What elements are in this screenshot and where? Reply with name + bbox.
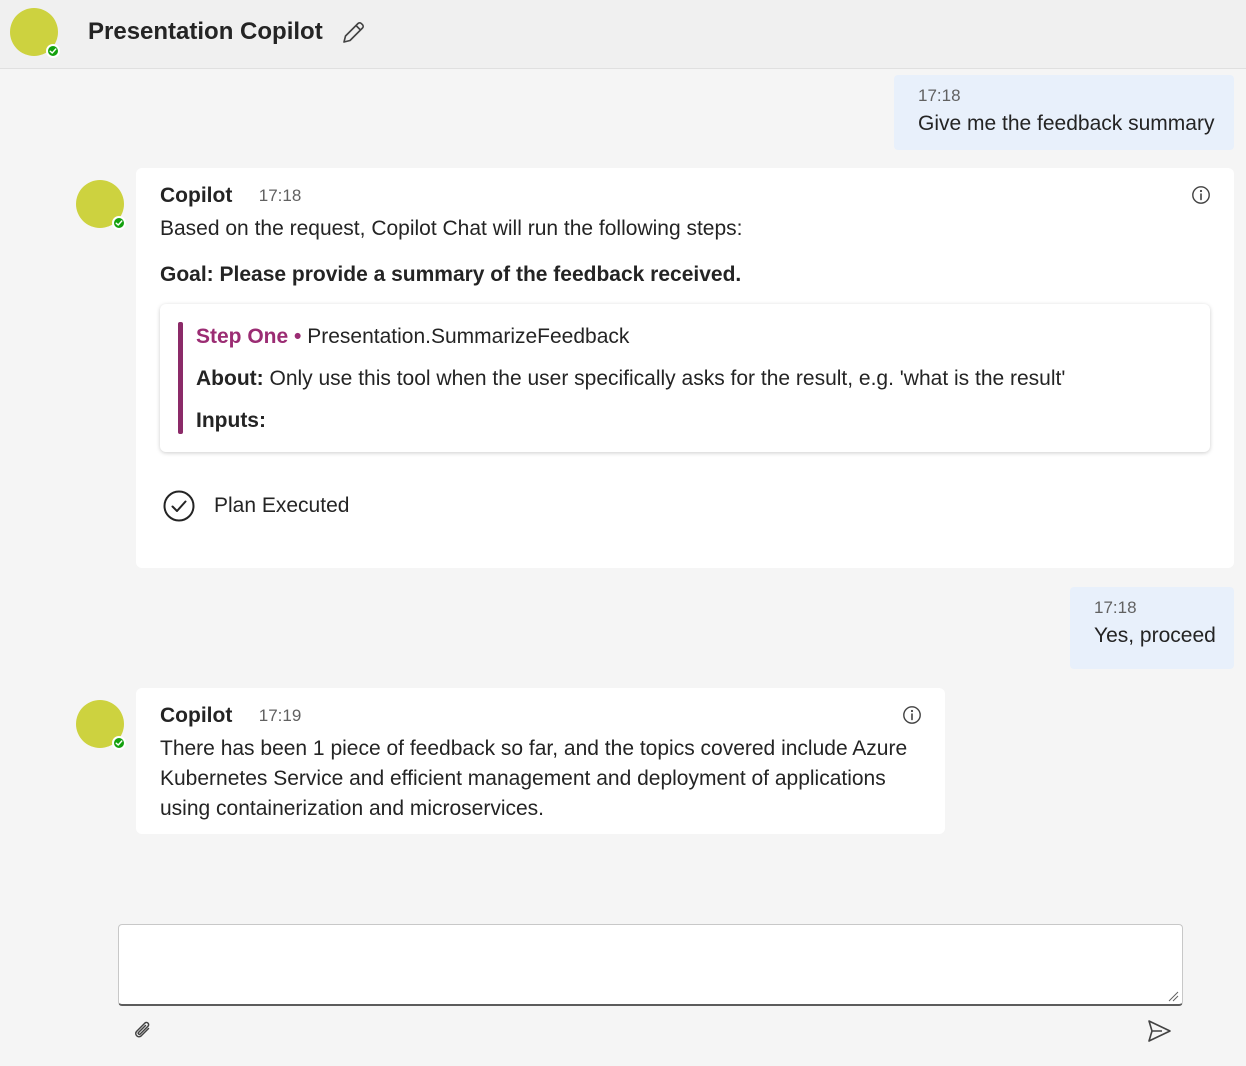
plan-status-text: Plan Executed — [214, 494, 350, 517]
checkmark-circle-icon — [162, 489, 196, 523]
plan-status: Plan Executed — [160, 488, 1210, 524]
chat-title: Presentation Copilot — [88, 18, 323, 45]
message-text: Based on the request, Copilot Chat will … — [160, 217, 743, 240]
message-text: There has been 1 piece of feedback so fa… — [160, 737, 908, 820]
message-composer — [118, 924, 1183, 1006]
step-accent-bar — [178, 322, 183, 434]
message-input[interactable] — [119, 925, 1182, 1004]
chat-header: Presentation Copilot — [0, 0, 1246, 69]
message-time: 17:18 — [918, 86, 961, 105]
send-icon[interactable] — [1142, 1014, 1176, 1048]
plan-goal: Goal: Please provide a summary of the fe… — [160, 263, 742, 286]
step-tool-name: Presentation.SummarizeFeedback — [307, 325, 630, 348]
message-time: 17:18 — [258, 186, 302, 205]
presence-available-icon — [46, 44, 60, 58]
step-label: Step One — [196, 325, 289, 348]
resize-grip-icon[interactable] — [1167, 989, 1179, 1002]
sender-name: Copilot — [160, 184, 233, 207]
copilot-avatar[interactable] — [76, 700, 126, 750]
pencil-icon[interactable] — [336, 16, 370, 50]
copilot-message: Copilot 17:19 There has been 1 piece of … — [136, 688, 945, 834]
message-time: 17:18 — [1094, 598, 1137, 617]
user-message: 17:18 Yes, proceed — [1070, 587, 1234, 669]
paperclip-icon[interactable] — [128, 1016, 158, 1046]
info-icon[interactable] — [1190, 184, 1212, 206]
message-text: Yes, proceed — [1094, 624, 1216, 647]
user-message: 17:18 Give me the feedback summary — [894, 75, 1234, 150]
message-time: 17:19 — [258, 706, 302, 725]
step-about-text: Only use this tool when the user specifi… — [269, 367, 1066, 390]
presence-available-icon — [112, 216, 126, 230]
step-about-label: About: — [196, 367, 264, 390]
info-icon[interactable] — [901, 704, 923, 726]
message-text: Give me the feedback summary — [918, 112, 1215, 135]
sender-name: Copilot — [160, 704, 233, 727]
copilot-message: Copilot 17:18 Based on the request, Copi… — [136, 168, 1234, 568]
presence-available-icon — [112, 736, 126, 750]
step-separator: • — [294, 325, 302, 348]
copilot-avatar[interactable] — [76, 180, 126, 230]
step-inputs-label: Inputs: — [196, 409, 266, 432]
plan-step-card: Step One • Presentation.SummarizeFeedbac… — [160, 304, 1210, 452]
bot-avatar[interactable] — [10, 8, 60, 58]
